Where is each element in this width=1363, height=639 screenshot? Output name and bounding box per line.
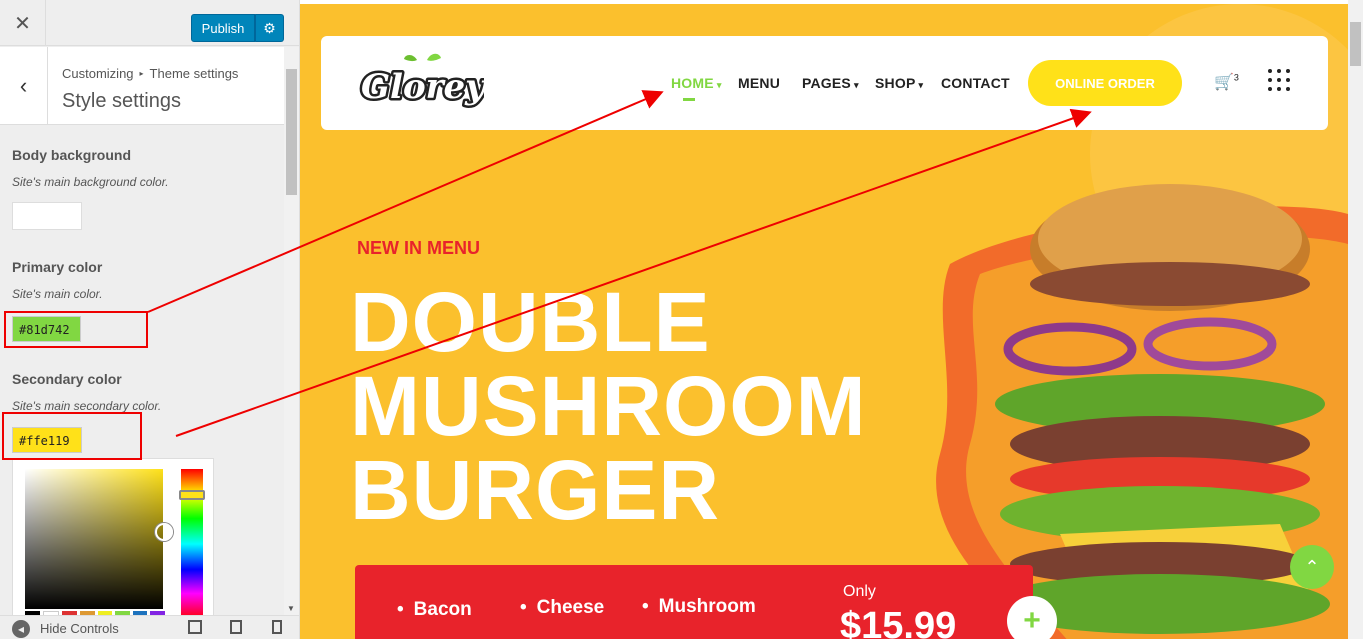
hero-title-line: DOUBLE xyxy=(350,275,711,369)
breadcrumb-separator: ▸ xyxy=(139,69,144,78)
ingredient-item: Mushroom xyxy=(642,596,756,618)
add-to-cart-button[interactable]: + xyxy=(1007,596,1057,639)
hide-controls-label[interactable]: Hide Controls xyxy=(40,621,119,636)
chevron-down-icon: ▾ xyxy=(918,80,924,90)
secondary-color-description: Site's main secondary color. xyxy=(12,399,162,413)
nav-pages-label: PAGES xyxy=(802,75,851,91)
gear-icon[interactable]: ⚙ xyxy=(255,14,284,42)
breadcrumb-parent: Theme settings xyxy=(149,66,239,81)
mobile-preview-icon[interactable] xyxy=(272,620,282,634)
svg-text:Gloreya: Gloreya xyxy=(361,67,484,107)
annotation-box-primary xyxy=(4,311,148,348)
annotation-box-secondary xyxy=(2,412,142,460)
scrollbar-thumb[interactable] xyxy=(1350,22,1361,66)
active-indicator xyxy=(683,98,695,101)
hide-controls-icon[interactable]: ◂ xyxy=(12,620,30,638)
gloreya-logo[interactable]: Gloreya Gloreya xyxy=(359,50,484,112)
hero-eyebrow: NEW IN MENU xyxy=(357,238,480,258)
scroll-down-arrow-icon[interactable]: ▼ xyxy=(287,604,295,613)
scrollbar-thumb[interactable] xyxy=(286,69,297,195)
body-background-label: Body background xyxy=(12,147,132,163)
nav-contact-label: CONTACT xyxy=(941,75,1010,91)
customizer-header: ✕ Publish ⚙ xyxy=(0,0,299,46)
price-prefix: Only xyxy=(843,583,876,600)
chevron-down-icon: ▾ xyxy=(853,80,859,90)
body-background-description: Site's main background color. xyxy=(12,175,169,189)
primary-color-label: Primary color xyxy=(12,259,103,275)
body-background-swatch[interactable] xyxy=(12,202,82,230)
nav-shop[interactable]: SHOP ▾ xyxy=(875,75,923,91)
cart-icon[interactable]: 🛒3 xyxy=(1214,72,1239,92)
price: $15.99 xyxy=(840,605,957,639)
grid-menu-icon[interactable] xyxy=(1268,69,1290,91)
hero-title-line: BURGER xyxy=(350,443,721,537)
desktop-preview-icon[interactable] xyxy=(188,620,202,634)
chevron-down-icon: ▾ xyxy=(716,80,722,90)
sidebar-scrollbar[interactable]: ▼ xyxy=(284,47,299,615)
preview-scrollbar[interactable] xyxy=(1348,0,1363,639)
promo-bar: Bacon Cheese Mushroom Only $15.99 xyxy=(355,565,1033,639)
site-preview: Gloreya Gloreya HOME▾ MENU PAGES▾ SHOP▾ … xyxy=(300,0,1348,639)
secondary-color-label: Secondary color xyxy=(12,371,122,387)
scroll-to-top-button[interactable]: ⌃ xyxy=(1290,545,1334,589)
hue-slider-handle[interactable] xyxy=(179,490,205,500)
back-arrow-icon[interactable]: ‹ xyxy=(0,47,48,125)
hero-title-line: MUSHROOM xyxy=(350,359,867,453)
nav-contact[interactable]: CONTACT xyxy=(941,75,1010,91)
nav-home[interactable]: HOME ▾ xyxy=(671,75,722,91)
site-header: Gloreya Gloreya HOME▾ MENU PAGES▾ SHOP▾ … xyxy=(321,36,1328,130)
section-title: Style settings xyxy=(62,90,181,112)
hero-title: DOUBLE MUSHROOM BURGER xyxy=(350,280,870,532)
color-picker-handle[interactable] xyxy=(155,523,173,541)
nav-menu-label: MENU xyxy=(738,75,781,91)
nav-home-label: HOME xyxy=(671,75,714,91)
nav-shop-label: SHOP xyxy=(875,75,916,91)
saturation-area[interactable] xyxy=(25,469,163,609)
nav-menu[interactable]: MENU xyxy=(738,75,780,91)
ingredient-item: Cheese xyxy=(520,597,605,619)
primary-color-description: Site's main color. xyxy=(12,287,103,301)
cart-count: 3 xyxy=(1233,72,1239,83)
breadcrumb-root: Customizing xyxy=(62,66,134,81)
section-header: ‹ Customizing ▸ Theme settings Style setti… xyxy=(0,47,284,125)
close-icon[interactable]: ✕ xyxy=(0,0,46,46)
ingredient-item: Bacon xyxy=(397,599,472,621)
tablet-preview-icon[interactable] xyxy=(230,620,242,634)
customizer-footer: ◂ Hide Controls xyxy=(0,615,299,639)
breadcrumb: Customizing ▸ Theme settings xyxy=(62,66,238,81)
online-order-button[interactable]: ONLINE ORDER xyxy=(1028,60,1182,106)
color-picker xyxy=(12,458,214,619)
publish-button[interactable]: Publish xyxy=(191,14,255,42)
nav-pages[interactable]: PAGES ▾ xyxy=(802,75,859,91)
